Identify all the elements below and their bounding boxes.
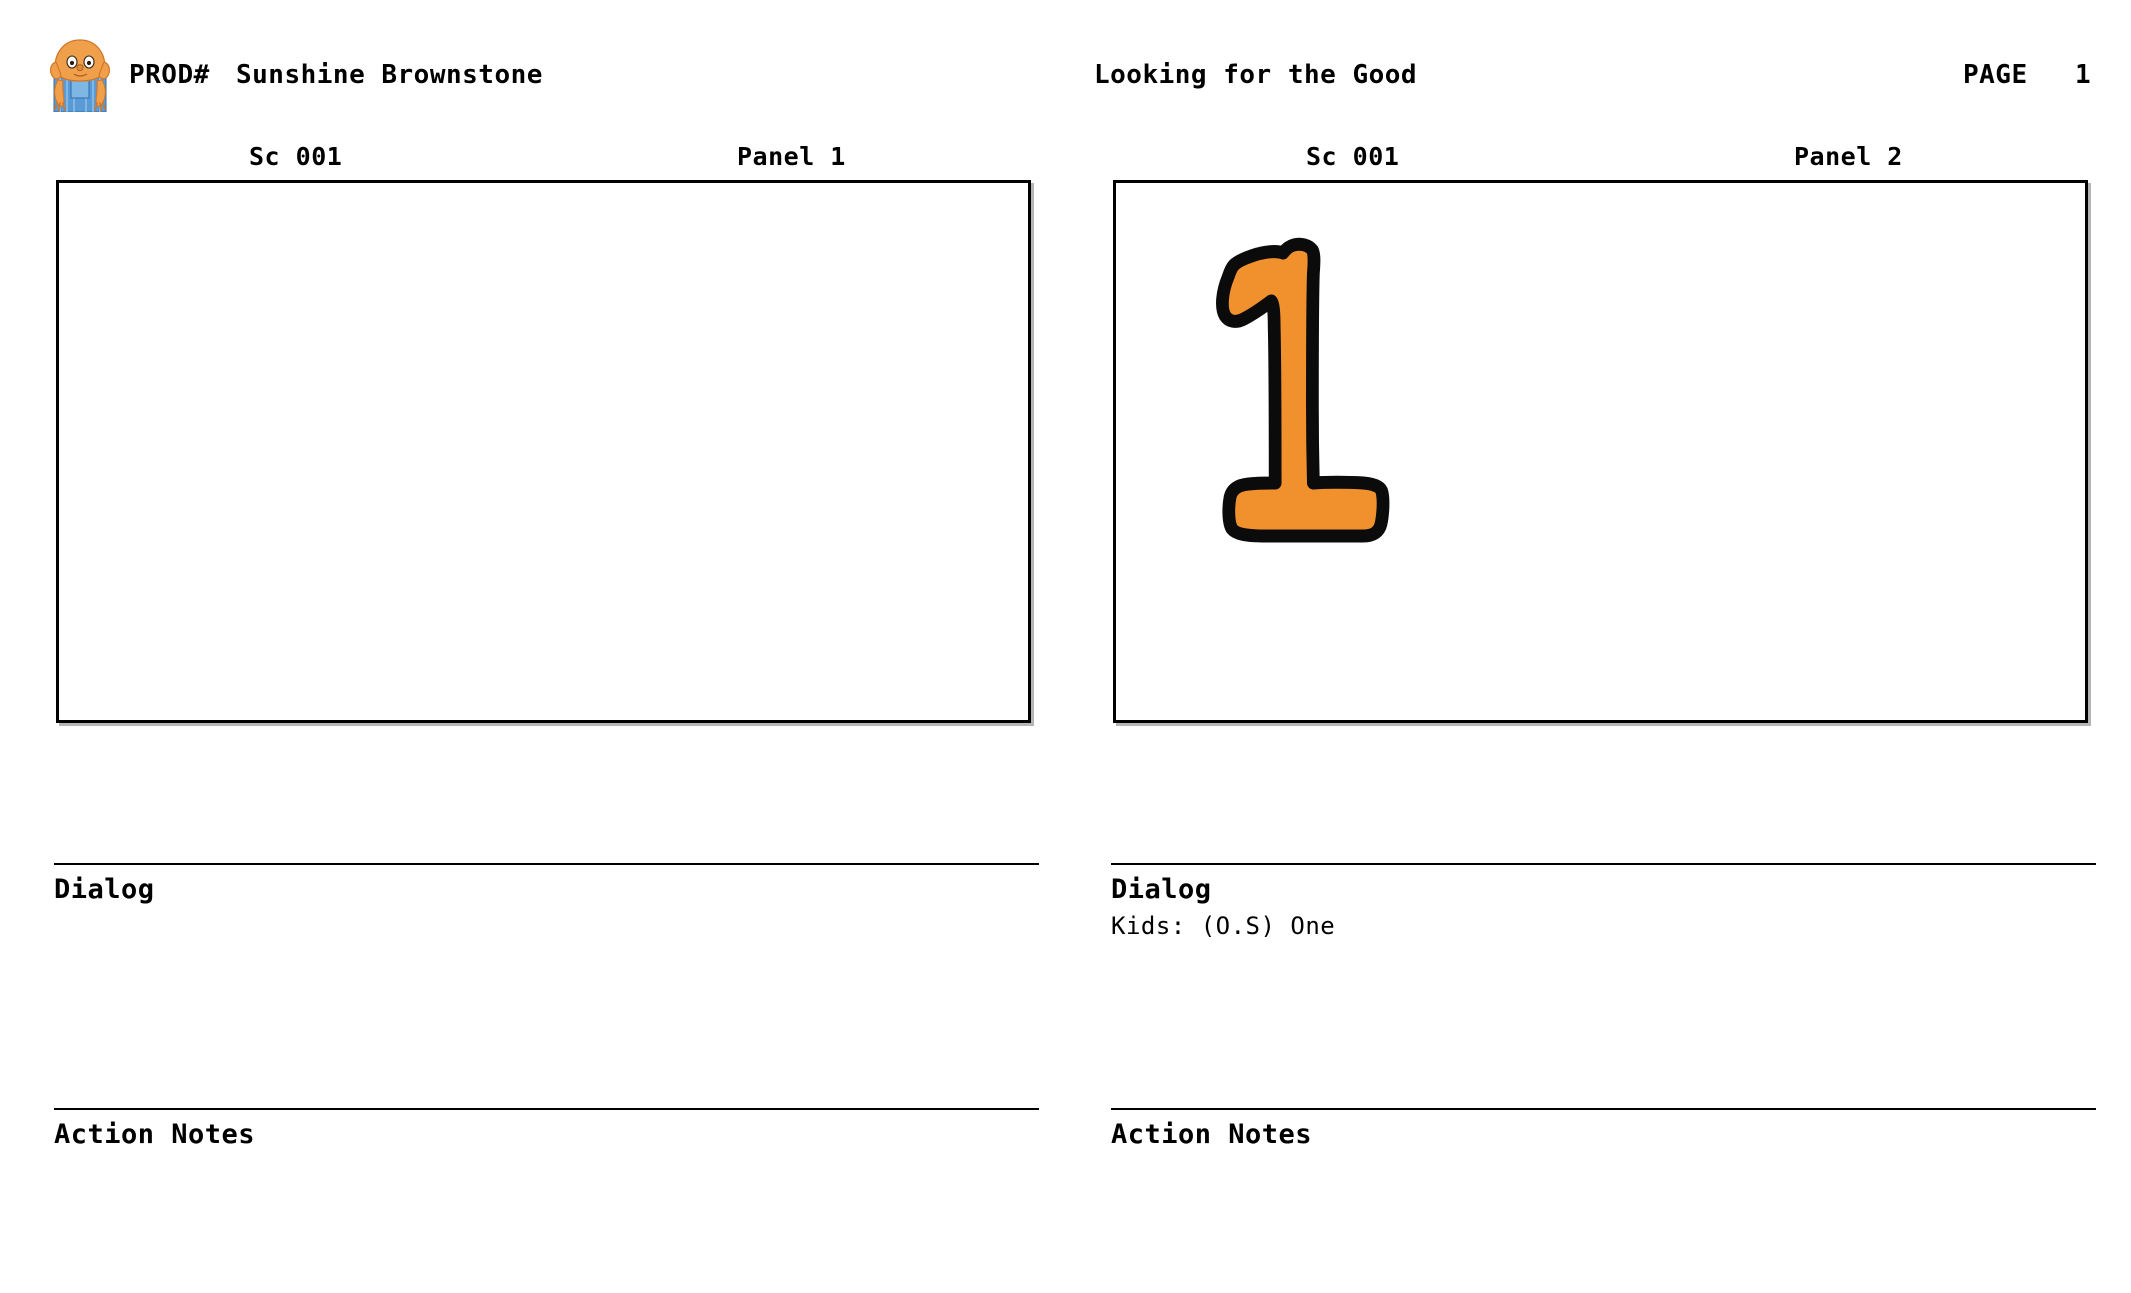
character-mascot-icon: [46, 38, 114, 112]
panel-2-scene-label: Sc 001: [1306, 142, 1400, 171]
panel-2-dialog-text[interactable]: Kids: (O.S) One: [1111, 911, 2071, 941]
panel-2-artwork-numeral-one: [1116, 183, 2085, 720]
panel-2-dialog-heading: Dialog: [1111, 874, 1212, 905]
panel-2-dialog-divider: [1111, 863, 2096, 865]
panel-2-artwork-frame[interactable]: [1113, 180, 2088, 723]
page-header: PROD# Sunshine Brownstone Looking for th…: [0, 0, 2131, 118]
page-label: PAGE: [1963, 60, 2028, 90]
storyboard-panel-2: Sc 001 Panel 2 Dialog Kids: (O.S) One Ac…: [1058, 130, 2116, 1230]
panel-1-dialog-heading: Dialog: [54, 874, 155, 905]
panel-2-action-notes-heading: Action Notes: [1111, 1119, 1313, 1150]
panel-1-artwork-empty: [59, 183, 1028, 720]
prod-number-label: PROD#: [129, 60, 210, 90]
panel-1-scene-label: Sc 001: [249, 142, 343, 171]
panel-2-notes-divider: [1111, 1108, 2096, 1110]
panel-1-meta: Sc 001 Panel 1: [1, 130, 1059, 171]
panel-2-panel-label: Panel 2: [1794, 142, 1903, 171]
storyboard-panel-1: Sc 001 Panel 1 Dialog Action Notes: [1, 130, 1059, 1230]
production-title: Sunshine Brownstone: [236, 60, 543, 90]
episode-title: Looking for the Good: [1094, 60, 1418, 90]
panel-2-meta: Sc 001 Panel 2: [1058, 130, 2116, 171]
panel-1-action-notes-heading: Action Notes: [54, 1119, 256, 1150]
panel-1-dialog-divider: [54, 863, 1039, 865]
panel-1-notes-divider: [54, 1108, 1039, 1110]
panel-1-artwork-frame[interactable]: [56, 180, 1031, 723]
page-number: 1: [2075, 60, 2092, 90]
panel-1-panel-label: Panel 1: [737, 142, 846, 171]
